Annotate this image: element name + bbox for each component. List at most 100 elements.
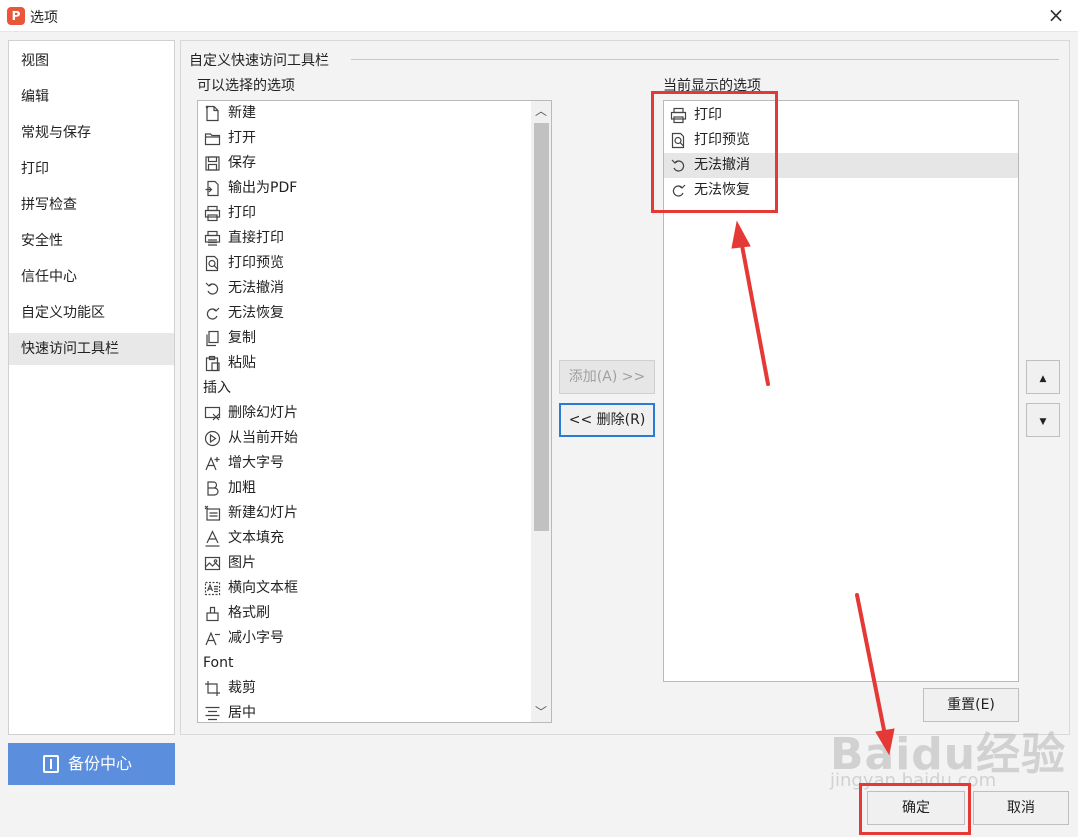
backup-center-button[interactable]: 备份中心 [8, 743, 175, 785]
pdf-export-icon [205, 180, 219, 197]
available-item[interactable]: 文本填充 [198, 526, 530, 551]
available-item[interactable]: 插入 [198, 376, 530, 401]
current-item-label: 打印 [694, 107, 722, 123]
nav-item-print[interactable]: 打印 [9, 153, 174, 185]
triangle-down-icon: ▼ [1039, 417, 1047, 427]
quick-access-toolbar-panel: 自定义快速访问工具栏 可以选择的选项 当前显示的选项 新建 打开 保存 输出为PDF 打… [180, 40, 1070, 735]
nav-item-general-save[interactable]: 常规与保存 [9, 117, 174, 149]
available-item-label: 无法恢复 [228, 305, 284, 321]
scroll-down-arrow-icon[interactable]: ﹀ [531, 702, 551, 722]
available-list-scrollbar[interactable]: ︿ ﹀ [531, 101, 551, 722]
available-item[interactable]: 增大字号 [198, 451, 530, 476]
available-item[interactable]: 新建幻灯片 [198, 501, 530, 526]
available-item-label: 增大字号 [228, 455, 284, 471]
available-item[interactable]: 粘贴 [198, 351, 530, 376]
printer-icon [670, 107, 687, 124]
print-preview-icon [671, 132, 685, 149]
cancel-button[interactable]: 取消 [973, 791, 1069, 825]
close-button[interactable]: × [1044, 4, 1068, 28]
available-item[interactable]: 直接打印 [198, 226, 530, 251]
nav-item-spell-check[interactable]: 拼写检查 [9, 189, 174, 221]
window-title: 选项 [30, 10, 58, 26]
available-item[interactable]: 保存 [198, 151, 530, 176]
current-item-label: 打印预览 [694, 132, 750, 148]
current-options-list[interactable]: 打印打印预览无法撤消无法恢复 [663, 100, 1019, 682]
available-item[interactable]: 删除幻灯片 [198, 401, 530, 426]
title-bar: P 选项 × [0, 0, 1078, 32]
crop-icon [205, 681, 220, 696]
printer-icon [204, 205, 221, 222]
play-icon [204, 430, 221, 447]
available-item[interactable]: 新建 [198, 101, 530, 126]
scrollbar-thumb[interactable] [534, 123, 549, 531]
nav-item-security[interactable]: 安全性 [9, 225, 174, 257]
current-options-label: 当前显示的选项 [663, 78, 761, 94]
move-up-button[interactable]: ▲ [1026, 360, 1060, 394]
reset-button[interactable]: 重置(E) [923, 688, 1019, 722]
scroll-up-arrow-icon[interactable]: ︿ [531, 101, 551, 121]
available-item[interactable]: 加粗 [198, 476, 530, 501]
align-center-icon [205, 706, 220, 721]
available-item-label: 减小字号 [228, 630, 284, 646]
group-title: 自定义快速访问工具栏 [189, 50, 333, 70]
textbox-icon [204, 581, 221, 596]
available-item[interactable]: 无法撤消 [198, 276, 530, 301]
available-item-label: 打开 [228, 130, 256, 146]
available-item-label: 加粗 [228, 480, 256, 496]
move-down-button[interactable]: ▼ [1026, 403, 1060, 437]
current-item[interactable]: 打印预览 [664, 128, 1018, 153]
available-item-label: 横向文本框 [228, 580, 298, 596]
direct-print-icon [204, 230, 221, 246]
available-item[interactable]: 打印 [198, 201, 530, 226]
new-doc-icon [205, 105, 219, 122]
ok-button[interactable]: 确定 [867, 791, 965, 825]
save-icon [205, 156, 220, 171]
font-shrink-icon [205, 631, 220, 646]
paste-icon [205, 355, 220, 372]
available-item-label: 打印 [228, 205, 256, 221]
dialog-body: 视图 编辑 常规与保存 打印 拼写检查 安全性 信任中心 自定义功能区 快速访问… [0, 32, 1078, 837]
available-item-label: 保存 [228, 155, 256, 171]
current-item[interactable]: 无法撤消 [664, 153, 1018, 178]
image-icon [204, 556, 221, 571]
available-item[interactable]: 减小字号 [198, 626, 530, 651]
available-options-list[interactable]: 新建打开保存输出为PDF 打印直接打印打印预览无法撤消无法恢复复制 粘贴 插入 删除幻灯… [197, 100, 552, 723]
available-item[interactable]: 从当前开始 [198, 426, 530, 451]
redo-icon [206, 307, 220, 320]
remove-button[interactable]: << 删除(R) [559, 403, 655, 437]
available-item[interactable]: Font [198, 651, 530, 676]
available-item[interactable]: 输出为PDF [198, 176, 530, 201]
available-item-label: 无法撤消 [228, 280, 284, 296]
add-button[interactable]: 添加(A) >> [559, 360, 655, 394]
available-item[interactable]: 居中 [198, 701, 530, 722]
available-item[interactable]: 图片 [198, 551, 530, 576]
nav-item-edit[interactable]: 编辑 [9, 81, 174, 113]
available-item[interactable]: 打印预览 [198, 251, 530, 276]
backup-icon [43, 755, 59, 773]
delete-slide-icon [204, 406, 221, 421]
available-item[interactable]: 横向文本框 [198, 576, 530, 601]
available-item[interactable]: 格式刷 [198, 601, 530, 626]
available-item[interactable]: 裁剪 [198, 676, 530, 701]
available-item-label: 居中 [228, 705, 256, 721]
available-item[interactable]: 无法恢复 [198, 301, 530, 326]
available-item-label: 文本填充 [228, 530, 284, 546]
available-item[interactable]: 复制 [198, 326, 530, 351]
nav-item-customize-ribbon[interactable]: 自定义功能区 [9, 297, 174, 329]
available-item[interactable]: 打开 [198, 126, 530, 151]
available-item-label: 打印预览 [228, 255, 284, 271]
undo-icon [205, 282, 219, 295]
bold-icon [207, 481, 219, 496]
current-item[interactable]: 无法恢复 [664, 178, 1018, 203]
current-item[interactable]: 打印 [664, 103, 1018, 128]
new-slide-icon [204, 505, 221, 521]
nav-item-quick-access-toolbar[interactable]: 快速访问工具栏 [9, 333, 174, 365]
undo-icon [671, 159, 685, 172]
current-item-label: 无法撤消 [694, 157, 750, 173]
nav-item-view[interactable]: 视图 [9, 45, 174, 77]
options-nav: 视图 编辑 常规与保存 打印 拼写检查 安全性 信任中心 自定义功能区 快速访问… [8, 40, 175, 735]
nav-item-trust-center[interactable]: 信任中心 [9, 261, 174, 293]
redo-icon [672, 184, 686, 197]
app-logo-icon: P [7, 7, 25, 25]
available-items: 新建打开保存输出为PDF 打印直接打印打印预览无法撤消无法恢复复制 粘贴 插入 删除幻灯… [198, 101, 530, 722]
